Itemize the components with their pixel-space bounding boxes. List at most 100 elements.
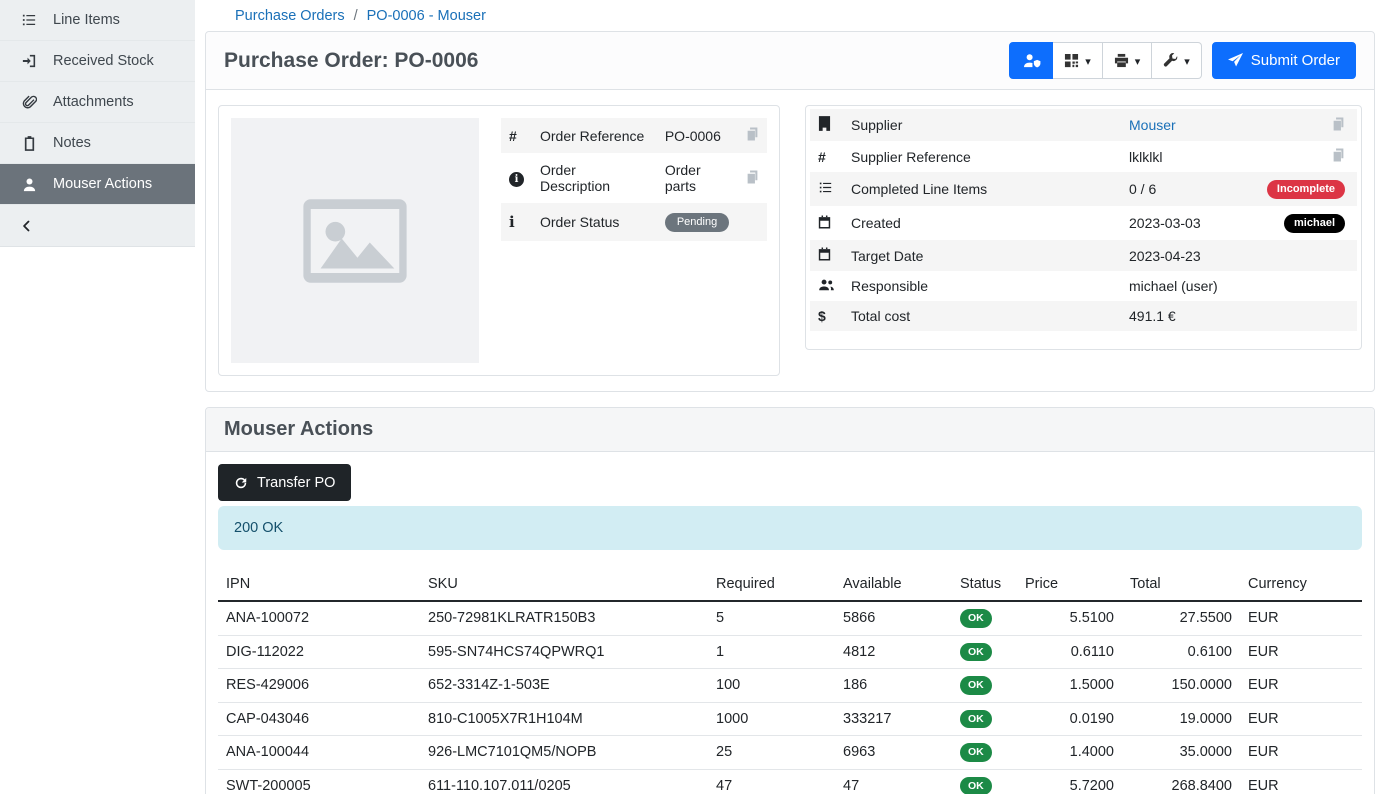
breadcrumb-link-current-order[interactable]: PO-0006 - Mouser [367,8,486,24]
detail-label: Order Status [532,203,657,241]
cell-sku: 611-110.107.011/0205 [420,769,708,794]
sidebar-item-attachments[interactable]: Attachments [0,82,195,123]
order-actions-button[interactable] [1152,42,1202,79]
status-ok-badge: OK [960,643,992,662]
order-status-badge: Pending [665,213,729,232]
user-icon [20,177,38,192]
detail-label: Order Description [532,153,657,203]
cell-required: 1000 [708,702,835,736]
submit-order-button[interactable]: Submit Order [1212,42,1356,79]
detail-row-order-status: Order Status Pending [501,203,767,241]
cell-required: 47 [708,769,835,794]
mouser-actions-panel-header: Mouser Actions [206,408,1374,452]
cell-price: 5.7200 [1017,769,1122,794]
parts-table-row: ANA-100044 926-LMC7101QM5/NOPB 25 6963 O… [218,736,1362,770]
cell-price: 1.4000 [1017,736,1122,770]
detail-row-responsible: Responsible michael (user) [810,271,1357,301]
cell-currency: EUR [1240,702,1362,736]
detail-row-order-description: Order Description Order parts [501,153,767,203]
purchase-order-panel-header: Purchase Order: PO-0006 [206,32,1374,90]
cell-sku: 810-C1005X7R1H104M [420,702,708,736]
dollar-icon [818,308,826,324]
detail-value: 2023-03-03 [1121,206,1247,240]
status-ok-badge: OK [960,609,992,628]
cell-available: 4812 [835,635,952,669]
cell-sku: 926-LMC7101QM5/NOPB [420,736,708,770]
sidebar-collapse-button[interactable] [0,205,195,246]
detail-label: Total cost [843,301,1121,331]
cell-currency: EUR [1240,669,1362,703]
sidebar-item-received-stock[interactable]: Received Stock [0,41,195,82]
cell-required: 25 [708,736,835,770]
supplier-link[interactable]: Mouser [1129,117,1176,133]
column-header-total: Total [1122,568,1240,601]
detail-label: Responsible [843,271,1121,301]
cell-total: 268.8400 [1122,769,1240,794]
column-header-price: Price [1017,568,1122,601]
column-header-status: Status [952,568,1017,601]
cell-sku: 595-SN74HCS74QPWRQ1 [420,635,708,669]
detail-row-supplier-reference: Supplier Reference lklklkl [810,141,1357,172]
print-actions-button[interactable] [1103,42,1153,79]
cell-ipn: ANA-100044 [218,736,420,770]
detail-row-target-date: Target Date 2023-04-23 [810,240,1357,271]
status-alert: 200 OK [218,506,1362,550]
column-header-sku: SKU [420,568,708,601]
column-header-available: Available [835,568,952,601]
copy-icon[interactable] [1247,141,1357,172]
purchase-order-panel: Purchase Order: PO-0006 [205,31,1375,392]
clipboard-icon [20,136,38,151]
barcode-actions-button[interactable] [1053,42,1103,79]
cell-currency: EUR [1240,736,1362,770]
list-icon [818,181,833,197]
chevron-down-icon [1184,53,1190,68]
breadcrumb-link-purchase-orders[interactable]: Purchase Orders [235,8,345,24]
sidebar-item-mouser-actions[interactable]: Mouser Actions [0,164,195,205]
cell-currency: EUR [1240,635,1362,669]
sidebar-item-line-items[interactable]: Line Items [0,0,195,41]
cell-required: 5 [708,601,835,635]
submit-order-label: Submit Order [1251,52,1340,69]
cell-status: OK [952,769,1017,794]
building-icon [818,118,831,134]
parts-table: IPN SKU Required Available Status Price … [218,568,1362,794]
incomplete-badge: Incomplete [1267,180,1345,199]
cell-required: 1 [708,635,835,669]
detail-row-completed-line-items: Completed Line Items 0 / 6 Incomplete [810,172,1357,206]
detail-value: michael (user) [1121,271,1247,301]
cell-ipn: SWT-200005 [218,769,420,794]
detail-label: Target Date [843,240,1121,271]
header-actions: Submit Order [1009,42,1356,79]
copy-icon[interactable] [737,118,767,153]
detail-value: lklklkl [1121,141,1247,172]
user-roles-button[interactable] [1009,42,1053,79]
order-image-placeholder[interactable] [231,118,479,363]
status-ok-badge: OK [960,710,992,729]
cell-status: OK [952,736,1017,770]
cell-total: 150.0000 [1122,669,1240,703]
cell-price: 1.5000 [1017,669,1122,703]
sidebar-item-label: Mouser Actions [53,176,152,192]
app-window: Line Items Received Stock Attachments No… [0,0,1383,794]
parts-table-header-row: IPN SKU Required Available Status Price … [218,568,1362,601]
cell-status: OK [952,601,1017,635]
sidebar-item-notes[interactable]: Notes [0,123,195,164]
chevron-left-icon [20,219,33,233]
sidebar: Line Items Received Stock Attachments No… [0,0,195,247]
sidebar-item-label: Notes [53,135,91,151]
cell-currency: EUR [1240,601,1362,635]
cell-total: 19.0000 [1122,702,1240,736]
transfer-po-button[interactable]: Transfer PO [218,464,351,501]
chevron-down-icon [1135,53,1141,68]
copy-icon[interactable] [737,153,767,203]
copy-icon[interactable] [1247,109,1357,141]
order-details-area: Order Reference PO-0006 Order Descriptio… [206,90,1374,391]
status-ok-badge: OK [960,676,992,695]
parts-table-body: ANA-100072 250-72981KLRATR150B3 5 5866 O… [218,601,1362,794]
parts-table-row: RES-429006 652-3314Z-1-503E 100 186 OK 1… [218,669,1362,703]
detail-row-created: Created 2023-03-03 michael [810,206,1357,240]
paper-plane-icon [1228,53,1243,68]
detail-label: Supplier [843,109,1121,141]
mouser-actions-body: Transfer PO 200 OK IPN SKU Required Avai… [206,452,1374,794]
printer-icon [1114,53,1129,68]
